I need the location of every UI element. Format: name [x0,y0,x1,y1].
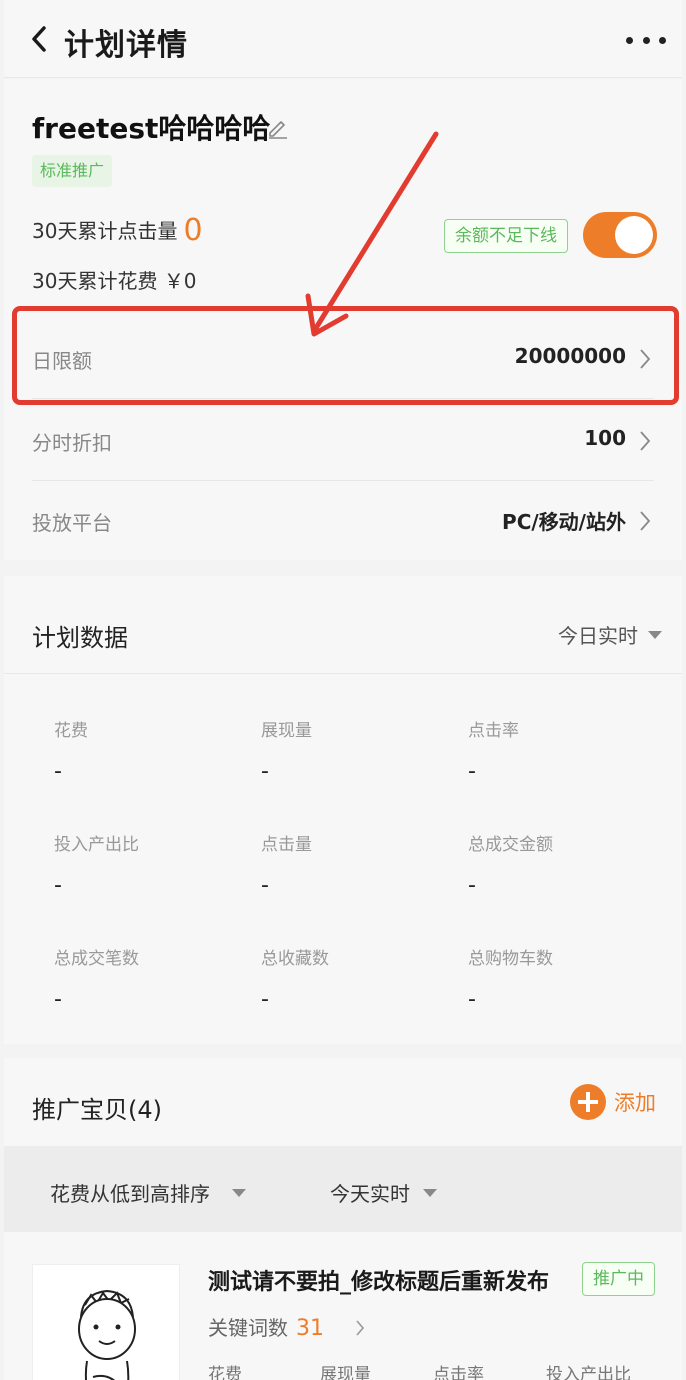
metric-value: - [261,759,269,784]
metric-label: 总成交金额 [468,835,553,855]
metric-value: - [468,873,476,898]
sort-bar: 花费从低到高排序 今天实时 [4,1146,682,1232]
promoted-items-title: 推广宝贝(4) [32,1096,162,1124]
keyword-count-link[interactable]: 关键词数 31 [208,1312,324,1341]
metric-value: - [468,987,476,1012]
plan-type-tag: 标准推广 [32,155,113,187]
list-item[interactable]: 测试请不要拍_修改标题后重新发布 推广中 关键词数 31 花费 展现量 点击率 投… [4,1248,682,1380]
add-item-button[interactable]: 添加 [570,1082,656,1122]
chevron-right-icon [640,511,651,531]
chevron-right-icon [640,431,651,451]
clicks-stat: 30天累计点击量 0 [32,213,203,248]
metric-label: 总成交笔数 [54,949,139,969]
status-badge: 余额不足下线 [444,219,568,253]
product-thumbnail [32,1264,180,1380]
range-selector[interactable]: 今日实时 [558,620,638,649]
add-label: 添加 [614,1091,656,1115]
metric-cart: 总购物车数 - [468,944,668,1012]
caret-down-icon [423,1189,437,1197]
promoted-items-card: 推广宝贝(4) 添加 花费从低到高排序 今天实时 测试请不要拍_修改标题后重新发… [4,1058,682,1380]
clicks-label: 30天累计点击量 [32,219,178,243]
metric-label: 总购物车数 [468,949,553,969]
time-discount-value: 100 [584,426,626,450]
item-metric-label: 展现量 [320,1365,371,1380]
cost-label: 30天累计花费 [32,269,158,293]
nav-bar: 计划详情 [4,0,682,78]
caret-down-icon [232,1189,246,1197]
metric-orders: 总成交笔数 - [54,944,254,1012]
plan-status-toggle[interactable] [583,212,657,258]
metric-label: 展现量 [261,721,312,741]
metric-roi: 投入产出比 - [54,830,254,898]
caret-down-icon [648,631,662,639]
platform-value: PC/移动/站外 [502,510,626,534]
platform-label: 投放平台 [32,511,112,535]
metric-clicks: 点击量 - [261,830,461,898]
plan-name: freetest哈哈哈哈 [32,112,271,145]
metric-cost: 花费 - [54,716,254,784]
metric-label: 投入产出比 [54,835,139,855]
metric-ctr: 点击率 - [468,716,668,784]
plan-data-card: 计划数据 今日实时 花费 - 展现量 - 点击率 - 投入产出比 - 点击量 -… [4,576,682,1044]
item-metric-label: 投入产出比 [546,1365,631,1380]
plus-icon [570,1084,606,1120]
clicks-value: 0 [183,213,203,248]
more-dots-icon [626,36,633,44]
cartoon-child-image [78,1289,136,1380]
chevron-left-icon [32,26,46,52]
metric-label: 点击量 [261,835,312,855]
time-range-selector[interactable]: 今天实时 [330,1178,410,1207]
item-metric-label: 花费 [208,1365,242,1380]
cost-value: ￥0 [163,269,197,293]
status-badge: 推广中 [582,1262,655,1296]
keyword-label: 关键词数 [208,1316,288,1340]
metric-value: - [54,987,62,1012]
item-metric-label: 点击率 [433,1365,484,1380]
metric-label: 点击率 [468,721,519,741]
plan-data-header: 计划数据 今日实时 [4,576,682,674]
back-button[interactable] [24,24,54,54]
toggle-knob [615,216,653,254]
metric-impressions: 展现量 - [261,716,461,784]
metric-value: - [54,873,62,898]
item-title: 测试请不要拍_修改标题后重新发布 [208,1270,550,1295]
platform-row[interactable]: 投放平台 PC/移动/站外 [32,481,654,561]
page-title: 计划详情 [64,28,188,63]
time-discount-row[interactable]: 分时折扣 100 [32,401,654,481]
metric-value: - [54,759,62,784]
time-discount-label: 分时折扣 [32,431,112,455]
metric-gmv: 总成交金额 - [468,830,668,898]
chevron-right-icon [356,1320,365,1336]
sort-selector[interactable]: 花费从低到高排序 [50,1178,210,1207]
metric-label: 总收藏数 [261,949,329,969]
cost-stat: 30天累计花费 ￥0 [32,265,197,294]
metric-value: - [261,987,269,1012]
edit-pencil-icon[interactable] [266,115,290,139]
more-button[interactable] [626,26,666,54]
annotation-highlight-box [12,306,679,405]
metric-label: 花费 [54,721,88,741]
plan-data-title: 计划数据 [32,624,128,652]
metric-favorites: 总收藏数 - [261,944,461,1012]
metric-value: - [261,873,269,898]
metric-value: - [468,759,476,784]
plan-detail-page: 计划详情 freetest哈哈哈哈 标准推广 30天累计点击量 0 30天累计花费… [4,0,682,1380]
keyword-count: 31 [296,1316,324,1341]
